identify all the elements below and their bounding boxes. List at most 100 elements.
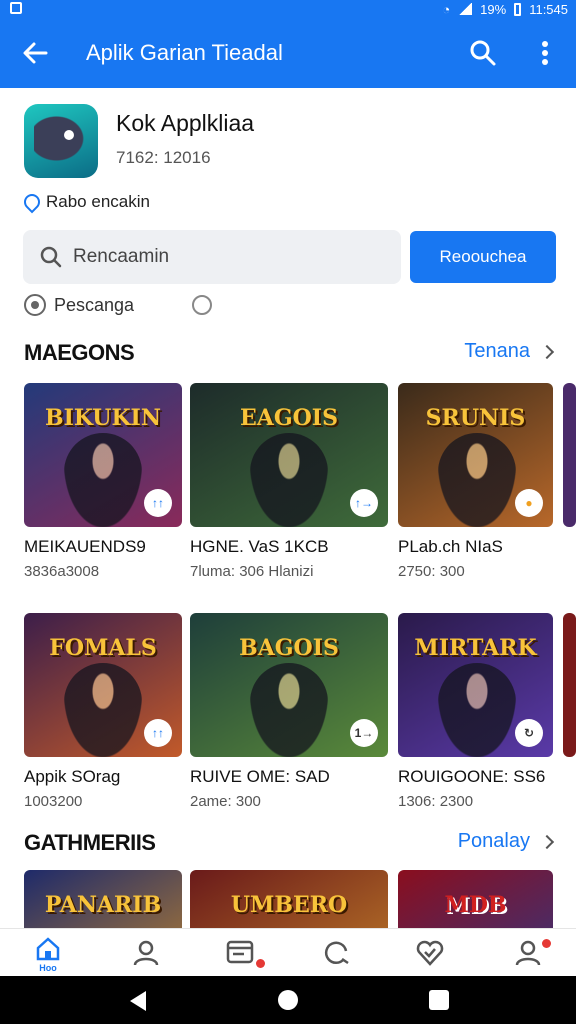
signal-icon (458, 3, 473, 15)
game-art-title: MDB (444, 892, 507, 918)
game-art: BIKUKIN ↑↑ (24, 383, 182, 527)
chevron-right-icon (539, 344, 555, 359)
game-card-partial[interactable] (563, 613, 576, 757)
badge-icon: ↑↑ (144, 489, 172, 517)
game-meta: 3836a3008 (24, 563, 100, 580)
game-title: Appik SOrag (24, 767, 121, 786)
hero-figure (64, 433, 142, 527)
game-card[interactable]: SRUNIS ● PLab.ch NIaS 2750: 300 (398, 383, 553, 580)
hero-figure (438, 433, 516, 527)
app-bar: Aplik Garian Tieadal (0, 18, 576, 88)
nav-library[interactable] (222, 935, 265, 975)
game-card[interactable]: EAGOIS ↑→ HGNE. VaS 1KCB 7luma: 306 Hlan… (190, 383, 388, 580)
game-art-title: BIKUKIN (45, 405, 161, 431)
game-art: MDB (398, 870, 553, 928)
game-row-2: FOMALS ↑↑ Appik SOrag 1003200 BAGOIS 1→ … (0, 613, 576, 843)
game-row-3: PANARIB UMBERO MDB (0, 870, 576, 928)
game-art-title: MIRTARK (414, 635, 537, 661)
app-name: Kok Applkliaa (116, 110, 255, 136)
nav-home-label: Hoo (39, 963, 57, 973)
badge-icon: ↑↑ (144, 719, 172, 747)
nav-account[interactable] (510, 935, 551, 975)
notification-dot (542, 939, 551, 948)
game-art: EAGOIS ↑→ (190, 383, 388, 527)
developer-link[interactable]: Rabo encakin (20, 190, 150, 214)
game-art: BAGOIS 1→ (190, 613, 388, 757)
main-content: Kok Applkliaa 7162: 12016 Rabo encakin R… (0, 88, 576, 928)
account-icon (515, 940, 541, 966)
chat-icon (324, 941, 349, 965)
game-title: RUIVE OME: SAD (190, 767, 330, 786)
section-title: MAEGONS (24, 340, 135, 365)
search-field[interactable] (23, 230, 401, 284)
section-title: GATHMERIIS (24, 830, 156, 855)
game-card[interactable]: MDB (398, 870, 553, 928)
system-nav-bar (0, 976, 576, 1024)
chevron-right-icon (539, 834, 555, 849)
game-card[interactable]: PANARIB (24, 870, 182, 928)
hero-figure (250, 663, 328, 757)
shark-eye (64, 130, 74, 140)
person-icon (133, 940, 159, 966)
badge-icon: 1→ (350, 719, 378, 747)
filter-row[interactable]: Pescanga (24, 294, 213, 316)
game-meta: 2750: 300 (398, 563, 465, 580)
nav-home[interactable]: Hoo (28, 935, 68, 975)
game-art: SRUNIS ● (398, 383, 553, 527)
hero-figure (438, 663, 516, 757)
wifi-icon: ◔ (442, 1, 451, 17)
status-icons: ◔ 19% 11:545 (442, 0, 568, 18)
clock: 11:545 (529, 1, 568, 17)
game-card[interactable]: UMBERO (190, 870, 388, 928)
section-link-label: Ponalay (457, 830, 530, 852)
game-art-title: EAGOIS (240, 405, 338, 431)
app-meta: 7162: 12016 (116, 148, 211, 167)
badge-icon: ● (515, 489, 543, 517)
system-recents-icon[interactable] (429, 990, 449, 1010)
status-bar: ◔ 19% 11:545 (0, 0, 576, 18)
badge-icon: ↻ (515, 719, 543, 747)
game-title: HGNE. VaS 1KCB (190, 537, 329, 556)
game-art (563, 613, 576, 757)
game-art-title: UMBERO (230, 892, 348, 918)
section-link-label: Tenana (464, 340, 530, 362)
game-title: PLab.ch NIaS (398, 537, 503, 556)
game-art (563, 383, 576, 527)
search-button[interactable]: Reoouchea (410, 231, 556, 283)
game-art: PANARIB (24, 870, 182, 928)
back-arrow-icon[interactable] (20, 38, 50, 68)
system-home-icon[interactable] (278, 990, 298, 1010)
game-art-title: PANARIB (44, 892, 162, 918)
app-icon (24, 104, 98, 178)
search-icon[interactable] (468, 38, 498, 68)
system-back-icon[interactable] (130, 991, 146, 1011)
game-card[interactable]: BIKUKIN ↑↑ MEIKAUENDS9 3836a3008 (24, 383, 182, 580)
more-vert-icon[interactable] (530, 38, 560, 68)
game-card-partial[interactable] (563, 383, 576, 527)
home-icon (36, 937, 60, 961)
game-card[interactable]: FOMALS ↑↑ Appik SOrag 1003200 (24, 613, 182, 810)
game-meta: 1003200 (24, 793, 83, 810)
notification-icon (10, 2, 22, 14)
game-card[interactable]: MIRTARK ↻ ROUIGOONE: SS6 1306: 2300 (398, 613, 553, 810)
game-art-title: SRUNIS (425, 405, 526, 431)
game-card[interactable]: BAGOIS 1→ RUIVE OME: SAD 2ame: 300 (190, 613, 388, 810)
bottom-nav: Hoo (0, 928, 576, 976)
battery-icon (514, 2, 522, 16)
developer-name: Rabo encakin (46, 192, 150, 211)
game-art: UMBERO (190, 870, 388, 928)
game-art-title: BAGOIS (239, 635, 339, 661)
nav-chat[interactable] (318, 935, 358, 975)
filter-icon (24, 294, 46, 316)
game-art: FOMALS ↑↑ (24, 613, 182, 757)
nav-profile[interactable] (126, 935, 166, 975)
globe-icon[interactable] (192, 295, 213, 315)
page-title: Aplik Garian Tieadal (86, 40, 283, 65)
badge-icon: ↑→ (350, 489, 378, 517)
section-see-all[interactable]: Tenana (464, 340, 555, 363)
hero-figure (64, 663, 142, 757)
game-title: MEIKAUENDS9 (24, 537, 146, 556)
search-input[interactable] (73, 230, 393, 284)
nav-favorites[interactable] (412, 935, 452, 975)
section-see-all[interactable]: Ponalay (457, 830, 555, 853)
